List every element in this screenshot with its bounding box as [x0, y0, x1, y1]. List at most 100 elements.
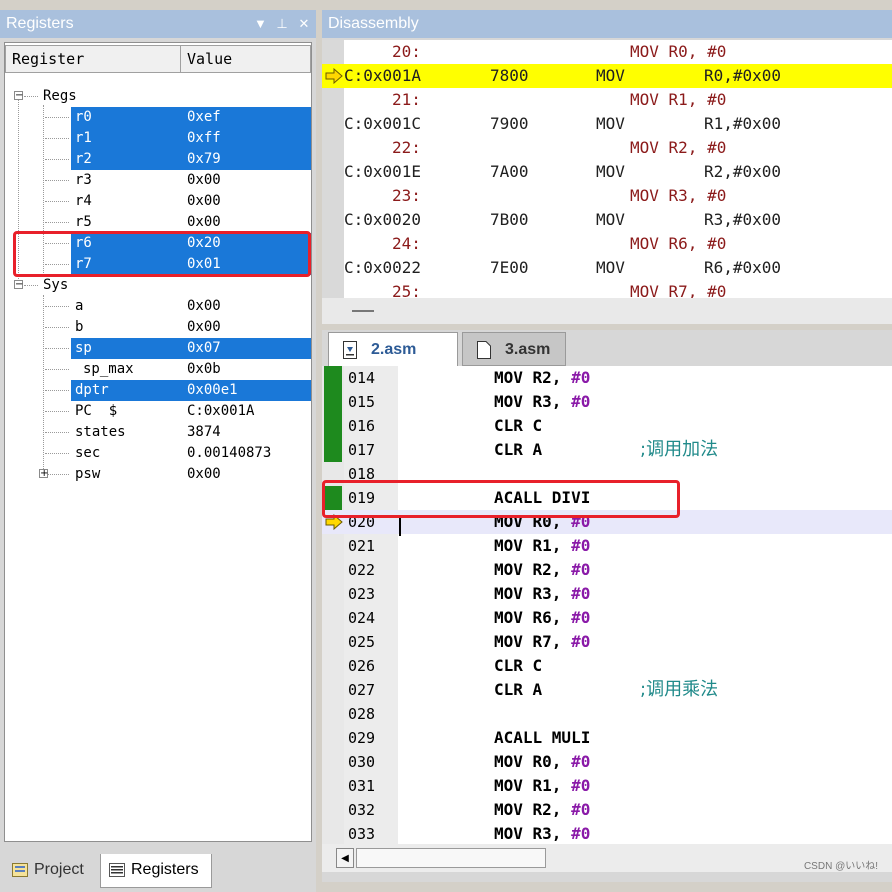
code-line[interactable]: 014 MOV R2, #0: [322, 366, 892, 390]
register-row-r0[interactable]: r0 0xef: [5, 107, 311, 128]
code-line[interactable]: 017 CLR A ;调用加法: [322, 438, 892, 462]
column-header-value[interactable]: Value: [180, 45, 311, 73]
register-value[interactable]: 0x00: [187, 464, 311, 485]
code-line[interactable]: 028: [322, 702, 892, 726]
code-line[interactable]: 015 MOV R3, #0: [322, 390, 892, 414]
code-line[interactable]: 023 MOV R3, #0: [322, 582, 892, 606]
code-line[interactable]: 030 MOV R0, #0: [322, 750, 892, 774]
code-comment: ;调用乘法: [640, 679, 719, 700]
register-row-r5[interactable]: r5 0x00: [5, 212, 311, 233]
register-name: r3: [75, 172, 92, 188]
disassembly-source-line[interactable]: 24: MOV R6, #0: [322, 232, 892, 256]
current-instruction-arrow-icon: [325, 68, 343, 84]
disassembly-instruction-line[interactable]: C:0x0022 7E00 MOV R6,#0x00: [322, 256, 892, 280]
code-text: CLR C: [494, 416, 543, 435]
code-line[interactable]: 031 MOV R1, #0: [322, 774, 892, 798]
register-value[interactable]: 0x00e1: [187, 380, 311, 401]
disassembly-instruction-line[interactable]: C:0x001A 7800 MOV R0,#0x00: [322, 64, 892, 88]
disassembly-source-line[interactable]: 20: MOV R0, #0: [322, 40, 892, 64]
register-value[interactable]: 0x79: [187, 149, 311, 170]
tab-3-asm[interactable]: 3.asm: [462, 332, 566, 366]
register-row-pc[interactable]: PC $ C:0x001A: [5, 401, 311, 422]
source-code: MOV R7, #0: [630, 282, 727, 298]
tab-project[interactable]: Project: [4, 854, 98, 888]
register-value[interactable]: 0xff: [187, 128, 311, 149]
register-row-a[interactable]: a 0x00: [5, 296, 311, 317]
register-name: sp_max: [83, 361, 134, 377]
tree-group-regs[interactable]: − Regs: [5, 86, 311, 107]
register-row-b[interactable]: b 0x00: [5, 317, 311, 338]
line-number: 026: [348, 657, 376, 675]
line-number: 024: [348, 609, 376, 627]
register-name: states: [75, 424, 126, 440]
register-row-sp_max[interactable]: sp_max 0x0b: [5, 359, 311, 380]
register-row-psw[interactable]: + psw 0x00: [5, 464, 311, 485]
disassembly-source-line[interactable]: 25: MOV R7, #0: [322, 280, 892, 298]
source-line-number: 25:: [392, 282, 421, 298]
instruction-mnemonic: MOV: [596, 162, 625, 181]
code-line[interactable]: 021 MOV R1, #0: [322, 534, 892, 558]
scroll-thumb[interactable]: [356, 848, 546, 868]
disassembly-source-line[interactable]: 22: MOV R2, #0: [322, 136, 892, 160]
register-value[interactable]: 0x07: [187, 338, 311, 359]
tree-group-sys[interactable]: − Sys: [5, 275, 311, 296]
code-text: MOV R1, #0: [494, 776, 591, 795]
code-text: MOV R2, #0: [494, 560, 591, 579]
collapse-icon[interactable]: −: [14, 280, 23, 290]
code-line[interactable]: 026 CLR C: [322, 654, 892, 678]
register-value[interactable]: 0x00: [187, 296, 311, 317]
code-editor[interactable]: 014 MOV R2, #0 015 MOV R3, #0 016 CLR C 017 CLR…: [322, 366, 892, 844]
disassembly-scrollbar[interactable]: [322, 298, 892, 324]
register-value[interactable]: 0.00140873: [187, 443, 311, 464]
register-row-r3[interactable]: r3 0x00: [5, 170, 311, 191]
disassembly-view[interactable]: 20: MOV R0, #0 C:0x001A 7800 MOV R0,#0x00 21: M…: [322, 40, 892, 298]
dropdown-icon[interactable]: ▼: [254, 10, 267, 38]
registers-title: Registers: [6, 15, 74, 32]
code-line[interactable]: 027 CLR A ;调用乘法: [322, 678, 892, 702]
code-line[interactable]: 016 CLR C: [322, 414, 892, 438]
code-text: MOV R7, #0: [494, 632, 591, 651]
instruction-hex: 7800: [490, 66, 529, 85]
register-value[interactable]: 0x0b: [187, 359, 311, 380]
code-line[interactable]: 024 MOV R6, #0: [322, 606, 892, 630]
scroll-left-icon[interactable]: ◀: [336, 848, 354, 868]
code-line[interactable]: 022 MOV R2, #0: [322, 558, 892, 582]
register-row-states[interactable]: states 3874: [5, 422, 311, 443]
register-row-r2[interactable]: r2 0x79: [5, 149, 311, 170]
annotation-box-acall-divi: [322, 480, 680, 518]
disassembly-instruction-line[interactable]: C:0x001C 7900 MOV R1,#0x00: [322, 112, 892, 136]
register-value[interactable]: 0x00: [187, 191, 311, 212]
code-line[interactable]: 029 ACALL MULI: [322, 726, 892, 750]
code-line[interactable]: 025 MOV R7, #0: [322, 630, 892, 654]
register-row-sec[interactable]: sec 0.00140873: [5, 443, 311, 464]
instruction-addr: C:0x001C: [344, 114, 422, 133]
register-row-sp[interactable]: sp 0x07: [5, 338, 311, 359]
code-line[interactable]: 032 MOV R2, #0: [322, 798, 892, 822]
register-value[interactable]: 0x00: [187, 317, 311, 338]
close-icon[interactable]: ✕: [298, 10, 310, 38]
disassembly-instruction-line[interactable]: C:0x0020 7B00 MOV R3,#0x00: [322, 208, 892, 232]
register-row-r1[interactable]: r1 0xff: [5, 128, 311, 149]
disassembly-source-line[interactable]: 21: MOV R1, #0: [322, 88, 892, 112]
source-line-number: 21:: [392, 90, 421, 109]
tab-2-asm[interactable]: 2.asm: [328, 332, 458, 366]
register-value[interactable]: 0x00: [187, 212, 311, 233]
disassembly-instruction-line[interactable]: C:0x001E 7A00 MOV R2,#0x00: [322, 160, 892, 184]
file-icon: [477, 341, 491, 359]
code-text: MOV R2, #0: [494, 368, 591, 387]
register-value[interactable]: C:0x001A: [187, 401, 311, 422]
register-row-r4[interactable]: r4 0x00: [5, 191, 311, 212]
register-value[interactable]: 0xef: [187, 107, 311, 128]
column-header-register[interactable]: Register: [5, 45, 181, 73]
pin-icon[interactable]: ⊥: [276, 10, 288, 38]
register-row-dptr[interactable]: dptr 0x00e1: [5, 380, 311, 401]
line-number: 029: [348, 729, 376, 747]
tab-registers[interactable]: Registers: [100, 854, 212, 888]
collapse-icon[interactable]: −: [14, 91, 23, 101]
disassembly-source-line[interactable]: 23: MOV R3, #0: [322, 184, 892, 208]
expand-icon[interactable]: +: [39, 469, 48, 479]
register-value[interactable]: 0x00: [187, 170, 311, 191]
code-line[interactable]: 033 MOV R3, #0: [322, 822, 892, 844]
register-value[interactable]: 3874: [187, 422, 311, 443]
registers-title-bar: Registers ▼ ⊥ ✕: [0, 10, 316, 38]
